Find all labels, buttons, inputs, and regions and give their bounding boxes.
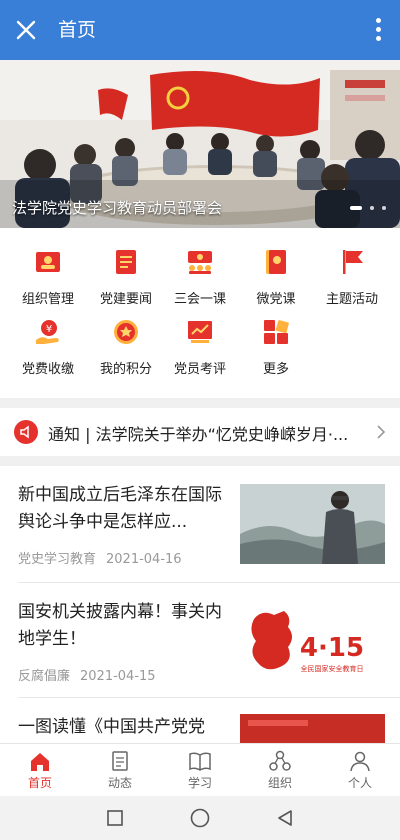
banner-carousel[interactable]: 法学院党史学习教育动员部署会 bbox=[0, 60, 400, 228]
system-navigation-bar bbox=[0, 796, 400, 840]
news-icon bbox=[116, 250, 136, 274]
section-divider bbox=[0, 456, 400, 466]
organization-icon bbox=[36, 252, 60, 272]
book-icon bbox=[189, 752, 211, 771]
banner-caption: 法学院党史学习教育动员部署会 bbox=[12, 199, 223, 217]
grid-item-micro-course[interactable]: 微党课 bbox=[236, 228, 316, 307]
tab-label: 首页 bbox=[27, 776, 52, 790]
news-item[interactable]: 新中国成立后毛泽东在国际舆论斗争中是怎样应... 党史学习教育 2021-04-1… bbox=[0, 466, 400, 582]
page-title: 首页 bbox=[58, 19, 97, 41]
news-meta: 反腐倡廉 2021-04-15 bbox=[18, 665, 156, 684]
section-divider bbox=[0, 398, 400, 408]
bottom-tab-bar: 首页 动态 学习 组织 个人 bbox=[0, 743, 400, 796]
svg-text:¥: ¥ bbox=[46, 324, 52, 335]
meeting-icon bbox=[188, 251, 212, 274]
carousel-indicator bbox=[342, 195, 386, 214]
more-vertical-icon[interactable] bbox=[374, 18, 382, 42]
home-circle-icon[interactable] bbox=[190, 808, 210, 828]
app-screen: 首页 法学院党史学习教育动员部署会 组织管理 党建要闻 三会一课 微党课 主题活… bbox=[0, 0, 400, 840]
evaluation-icon bbox=[188, 321, 212, 343]
tab-personal[interactable]: 个人 bbox=[320, 744, 400, 797]
news-tag: 党史学习教育 bbox=[18, 552, 97, 567]
flag-icon bbox=[343, 250, 363, 274]
grid-item-label: 我的积分 bbox=[99, 362, 152, 377]
organization-nodes-icon bbox=[269, 750, 291, 771]
thumb-date-text: 4·15 bbox=[300, 633, 364, 663]
grid-item-theme-activity[interactable]: 主题活动 bbox=[312, 228, 392, 307]
grid-item-party-news[interactable]: 党建要闻 bbox=[86, 228, 166, 307]
tab-label: 动态 bbox=[107, 776, 132, 790]
home-icon bbox=[31, 753, 49, 771]
tab-label: 组织 bbox=[267, 776, 292, 790]
points-icon bbox=[114, 320, 138, 344]
micro-course-icon bbox=[266, 250, 286, 274]
notice-bar[interactable]: 通知 | 法学院关于举办“忆党史峥嵘岁月·... bbox=[0, 408, 400, 456]
news-item[interactable]: 一图读懂《中国共产党党 bbox=[0, 698, 400, 743]
thumb-caption-text: 全民国家安全教育日 bbox=[301, 664, 364, 673]
tab-home[interactable]: 首页 bbox=[0, 744, 80, 797]
tab-dynamics[interactable]: 动态 bbox=[80, 744, 160, 797]
tab-study[interactable]: 学习 bbox=[160, 744, 240, 797]
tab-label: 个人 bbox=[347, 776, 372, 790]
grid-item-label: 主题活动 bbox=[325, 292, 378, 307]
grid-item-meeting[interactable]: 三会一课 bbox=[160, 228, 240, 307]
news-meta: 党史学习教育 2021-04-16 bbox=[18, 548, 182, 567]
news-title: 国安机关披露内幕！事关内地学生！ bbox=[18, 602, 222, 649]
news-thumbnail: 4·15 全民国家安全教育日 bbox=[240, 601, 385, 681]
grid-item-my-points[interactable]: 我的积分 bbox=[86, 298, 166, 377]
grid-item-label: 更多 bbox=[262, 362, 289, 377]
recent-apps-icon[interactable] bbox=[107, 810, 123, 826]
tab-label: 学习 bbox=[187, 776, 212, 790]
news-tag: 反腐倡廉 bbox=[18, 669, 71, 684]
notice-text: 通知 | 法学院关于举办“忆党史峥嵘岁月·... bbox=[48, 425, 349, 444]
news-title: 一图读懂《中国共产党党 bbox=[18, 717, 205, 737]
document-icon bbox=[112, 751, 128, 771]
function-grid: 组织管理 党建要闻 三会一课 微党课 主题活动 ¥ 党费收缴 我的积分 党员考评… bbox=[0, 228, 400, 398]
tab-organization[interactable]: 组织 bbox=[240, 744, 320, 797]
news-title: 新中国成立后毛泽东在国际舆论斗争中是怎样应... bbox=[18, 485, 222, 532]
speaker-icon bbox=[14, 420, 38, 444]
news-date: 2021-04-16 bbox=[106, 552, 182, 567]
person-icon bbox=[350, 751, 370, 772]
news-item[interactable]: 国安机关披露内幕！事关内地学生！ 反腐倡廉 2021-04-15 4·15 全民国… bbox=[0, 583, 400, 697]
grid-item-member-evaluation[interactable]: 党员考评 bbox=[160, 298, 240, 377]
chevron-right-icon bbox=[377, 425, 386, 439]
back-triangle-icon[interactable] bbox=[276, 809, 294, 827]
close-icon[interactable] bbox=[14, 18, 38, 42]
grid-item-label: 党员考评 bbox=[173, 362, 226, 377]
grid-item-organization[interactable]: 组织管理 bbox=[8, 228, 88, 307]
news-date: 2021-04-15 bbox=[80, 669, 156, 684]
grid-item-more[interactable]: 更多 bbox=[236, 298, 316, 377]
fee-icon: ¥ bbox=[36, 320, 59, 344]
grid-item-label: 党费收缴 bbox=[21, 362, 74, 377]
grid-item-party-fee[interactable]: ¥ 党费收缴 bbox=[8, 298, 88, 377]
news-thumbnail bbox=[240, 484, 385, 564]
top-bar: 首页 bbox=[0, 0, 400, 60]
more-apps-icon bbox=[264, 320, 289, 344]
news-thumbnail bbox=[240, 714, 385, 743]
